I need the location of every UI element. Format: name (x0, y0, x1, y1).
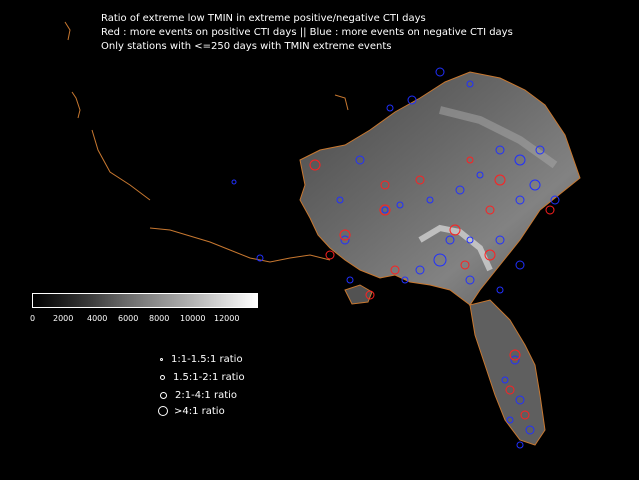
medium-circle-icon (160, 391, 167, 399)
title-line-2: Red : more events on positive CTI days |… (101, 27, 513, 38)
colorbar-tick: 12000 (214, 314, 240, 323)
small-circle-icon (160, 374, 165, 380)
colorbar-tick: 8000 (149, 314, 170, 323)
legend-label: 2:1-4:1 ratio (175, 390, 238, 401)
legend-item: >4:1 ratio (158, 406, 225, 417)
legend-label: >4:1 ratio (174, 406, 225, 417)
legend-item: 2:1-4:1 ratio (160, 390, 237, 401)
colorbar-tick: 0 (30, 314, 36, 323)
alaska-map (64, 21, 581, 449)
tiny-circle-icon (160, 357, 163, 361)
terrain-layer (300, 72, 580, 445)
legend-label: 1:1-1.5:1 ratio (171, 354, 243, 365)
title-line-3: Only stations with <=250 days with TMIN … (101, 41, 392, 52)
legend-item: 1.5:1-2:1 ratio (160, 372, 245, 383)
colorbar-tick: 6000 (118, 314, 139, 323)
colorbar-tick: 10000 (180, 314, 206, 323)
legend-label: 1.5:1-2:1 ratio (173, 372, 245, 383)
title-line-1: Ratio of extreme low TMIN in extreme pos… (101, 13, 426, 24)
colorbar-tick: 4000 (87, 314, 108, 323)
large-circle-icon (158, 406, 168, 416)
colorbar-tick: 2000 (53, 314, 74, 323)
elevation-colorbar (32, 293, 258, 308)
legend-item: 1:1-1.5:1 ratio (160, 354, 243, 365)
